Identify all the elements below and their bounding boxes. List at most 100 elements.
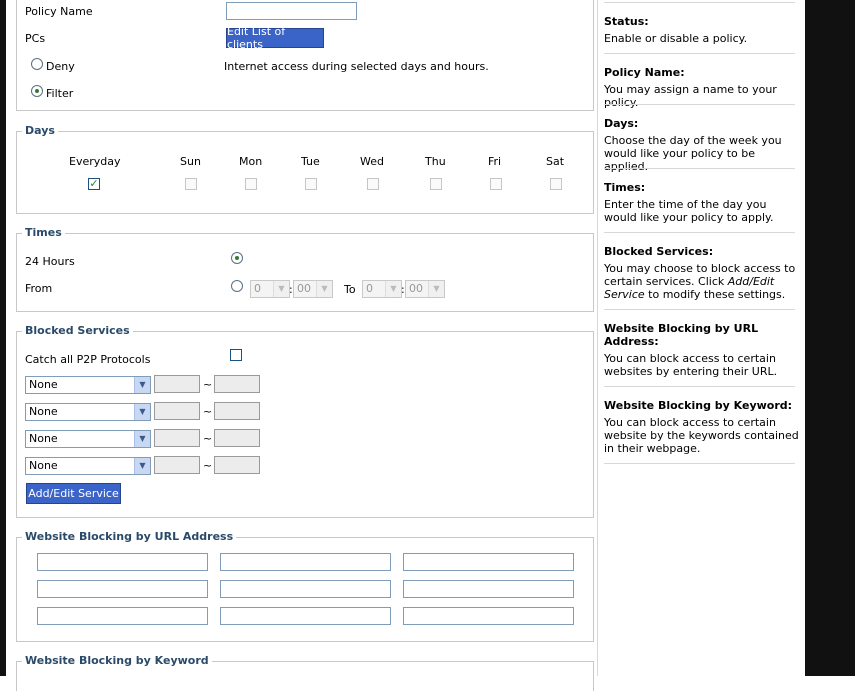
time-range-radio[interactable] bbox=[231, 280, 243, 292]
url-input[interactable] bbox=[403, 580, 574, 598]
url-input[interactable] bbox=[37, 580, 208, 598]
help-divider bbox=[597, 0, 598, 676]
filter-radio[interactable] bbox=[31, 85, 43, 97]
range-separator: ~ bbox=[203, 405, 213, 418]
url-input[interactable] bbox=[37, 607, 208, 625]
help-times-text: Enter the time of the day you would like… bbox=[604, 198, 774, 224]
to-label: To bbox=[344, 283, 356, 296]
help-times-title: Times: bbox=[604, 181, 646, 194]
day-label-mon: Mon bbox=[239, 155, 263, 168]
times-legend: Times bbox=[22, 226, 65, 239]
day-label-fri: Fri bbox=[488, 155, 502, 168]
chevron-down-icon: ▼ bbox=[316, 281, 332, 297]
day-label-thu: Thu bbox=[425, 155, 446, 168]
help-services-title: Blocked Services: bbox=[604, 245, 714, 258]
port-from-input[interactable] bbox=[154, 375, 200, 393]
day-checkbox-tue[interactable] bbox=[305, 178, 317, 190]
days-section: Days Everyday ✓ Sun Mon Tue Wed Thu Fri … bbox=[16, 124, 594, 214]
service-select[interactable]: None ▼ bbox=[25, 376, 151, 394]
chevron-down-icon: ▼ bbox=[273, 281, 289, 297]
p2p-checkbox[interactable] bbox=[230, 349, 242, 361]
left-window-edge bbox=[0, 0, 6, 676]
service-select[interactable]: None ▼ bbox=[25, 430, 151, 448]
help-status-title: Status: bbox=[604, 15, 649, 28]
port-to-input[interactable] bbox=[214, 402, 260, 420]
chevron-down-icon: ▼ bbox=[385, 281, 401, 297]
chevron-down-icon: ▼ bbox=[134, 404, 150, 420]
day-label-sun: Sun bbox=[180, 155, 201, 168]
day-checkbox-wed[interactable] bbox=[367, 178, 379, 190]
add-edit-service-button[interactable]: Add/Edit Service bbox=[26, 483, 121, 504]
all-day-radio[interactable] bbox=[231, 252, 243, 264]
url-input[interactable] bbox=[403, 553, 574, 571]
port-to-input[interactable] bbox=[214, 456, 260, 474]
day-checkbox-fri[interactable] bbox=[490, 178, 502, 190]
help-keyword-text: You can block access to certain website … bbox=[604, 416, 799, 455]
day-label-sat: Sat bbox=[546, 155, 565, 168]
help-separator bbox=[604, 309, 795, 310]
blocked-services-section: Blocked Services Catch all P2P Protocols… bbox=[16, 324, 594, 518]
day-checkbox-everyday[interactable]: ✓ bbox=[88, 178, 100, 190]
day-label-wed: Wed bbox=[360, 155, 384, 168]
help-url-text: You can block access to certain websites… bbox=[604, 352, 778, 378]
url-input[interactable] bbox=[37, 553, 208, 571]
from-label: From bbox=[25, 282, 53, 295]
port-from-input[interactable] bbox=[154, 402, 200, 420]
url-input[interactable] bbox=[220, 580, 391, 598]
day-checkbox-mon[interactable] bbox=[245, 178, 257, 190]
help-separator bbox=[604, 232, 795, 233]
port-to-input[interactable] bbox=[214, 429, 260, 447]
policy-section: Policy Name PCs Edit List of clients Den… bbox=[16, 0, 594, 111]
range-separator: ~ bbox=[203, 459, 213, 472]
help-services-text: You may choose to block access to certai… bbox=[604, 262, 796, 301]
day-checkbox-sat[interactable] bbox=[550, 178, 562, 190]
days-legend: Days bbox=[22, 124, 58, 137]
url-input[interactable] bbox=[403, 607, 574, 625]
help-separator bbox=[604, 104, 795, 105]
day-label-tue: Tue bbox=[301, 155, 320, 168]
help-separator bbox=[604, 2, 795, 3]
times-section: Times 24 Hours From 0 ▼ : 00 ▼ To 0 ▼ : 00 ▼ bbox=[16, 226, 594, 312]
deny-radio[interactable] bbox=[31, 58, 43, 70]
from-minute-select[interactable]: 00 ▼ bbox=[293, 280, 333, 298]
to-minute-select[interactable]: 00 ▼ bbox=[405, 280, 445, 298]
keyword-blocking-section: Website Blocking by Keyword bbox=[16, 654, 594, 691]
all-day-label: 24 Hours bbox=[25, 255, 75, 268]
port-from-input[interactable] bbox=[154, 429, 200, 447]
keyword-blocking-legend: Website Blocking by Keyword bbox=[22, 654, 212, 667]
policy-name-label: Policy Name bbox=[25, 5, 93, 18]
range-separator: ~ bbox=[203, 432, 213, 445]
chevron-down-icon: ▼ bbox=[428, 281, 444, 297]
p2p-label: Catch all P2P Protocols bbox=[25, 353, 151, 366]
filter-label: Filter bbox=[46, 87, 74, 100]
help-separator bbox=[604, 168, 795, 169]
help-keyword-title: Website Blocking by Keyword: bbox=[604, 399, 793, 412]
day-checkbox-sun[interactable] bbox=[185, 178, 197, 190]
url-input[interactable] bbox=[220, 553, 391, 571]
port-to-input[interactable] bbox=[214, 375, 260, 393]
chevron-down-icon: ▼ bbox=[134, 458, 150, 474]
filter-description: Internet access during selected days and… bbox=[224, 60, 489, 73]
edit-clients-button[interactable]: Edit List of clients bbox=[226, 25, 324, 51]
to-hour-select[interactable]: 0 ▼ bbox=[362, 280, 402, 298]
help-name-text: You may assign a name to your policy. bbox=[604, 83, 777, 109]
day-label-everyday: Everyday bbox=[69, 155, 121, 168]
range-separator: ~ bbox=[203, 378, 213, 391]
help-separator bbox=[604, 463, 795, 464]
policy-name-input[interactable] bbox=[226, 2, 357, 20]
day-checkbox-thu[interactable] bbox=[430, 178, 442, 190]
service-select[interactable]: None ▼ bbox=[25, 403, 151, 421]
help-name-title: Policy Name: bbox=[604, 66, 685, 79]
right-window-edge bbox=[805, 0, 855, 676]
pcs-label: PCs bbox=[25, 32, 46, 45]
service-select[interactable]: None ▼ bbox=[25, 457, 151, 475]
deny-label: Deny bbox=[46, 60, 75, 73]
from-hour-select[interactable]: 0 ▼ bbox=[250, 280, 290, 298]
help-separator bbox=[604, 386, 795, 387]
url-blocking-section: Website Blocking by URL Address bbox=[16, 530, 594, 642]
help-url-title: Website Blocking by URL Address: bbox=[604, 322, 759, 348]
url-blocking-legend: Website Blocking by URL Address bbox=[22, 530, 237, 543]
url-input[interactable] bbox=[220, 607, 391, 625]
port-from-input[interactable] bbox=[154, 456, 200, 474]
blocked-services-legend: Blocked Services bbox=[22, 324, 133, 337]
